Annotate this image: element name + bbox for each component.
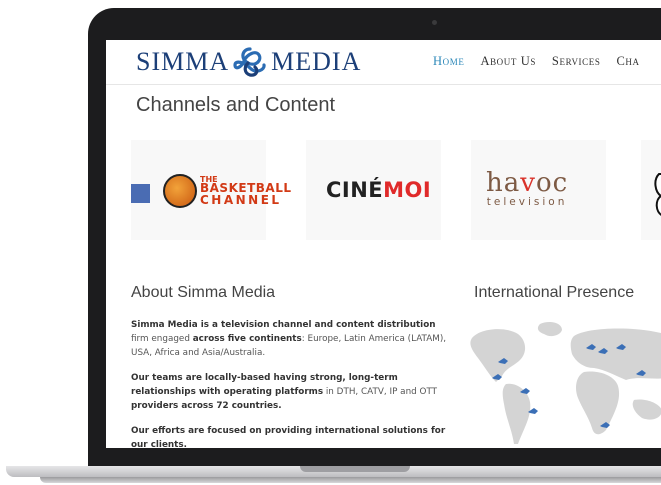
about-text-run: firm engaged (131, 334, 193, 344)
logo-part: v (520, 168, 536, 198)
logo-part: oc (535, 168, 569, 198)
international-title: International Presence (474, 284, 635, 301)
nav-item-services[interactable]: Services (552, 54, 601, 69)
site-header: SIMMA MEDIA Home About Us Services Cha (106, 40, 661, 85)
about-paragraph: Our efforts are focused on providing int… (131, 424, 451, 448)
logo-part: ha (486, 168, 521, 198)
about-bold: across five continents (192, 334, 302, 344)
world-map (470, 322, 661, 444)
about-text: Simma Media is a television channel and … (131, 318, 451, 448)
logo-knot-icon (233, 47, 266, 77)
logo-text-right: MEDIA (271, 47, 362, 76)
basketball-icon (163, 174, 197, 208)
carousel-prev-button[interactable] (131, 184, 150, 203)
logo-part: CINÉ (326, 178, 384, 202)
basketball-channel-logo[interactable]: THE BASKETBALL CHANNEL (163, 174, 291, 208)
main-nav: Home About Us Services Cha (433, 54, 640, 69)
about-title: About Simma Media (131, 284, 276, 301)
laptop-notch (300, 466, 410, 472)
nav-item-channels[interactable]: Cha (616, 54, 639, 69)
about-bold: Our efforts are focused on providing int… (131, 426, 446, 448)
site-logo[interactable]: SIMMA MEDIA (136, 46, 361, 78)
camera-dot (432, 20, 437, 25)
about-text-run: in DTH, CATV, IP and OTT (323, 387, 438, 397)
logo-line: CHANNEL (200, 192, 282, 207)
about-paragraph: Simma Media is a television channel and … (131, 318, 451, 360)
about-bold: Simma Media is a television channel and … (131, 320, 436, 330)
cinemoi-logo[interactable]: CINÉMOI (326, 178, 431, 202)
about-bold: providers across 72 countries. (131, 401, 282, 411)
nav-item-about-us[interactable]: About Us (480, 54, 535, 69)
logo-part: MOI (383, 178, 432, 202)
partial-channel-logo[interactable]: BI (651, 170, 661, 230)
laptop-base-shadow (40, 477, 661, 483)
logo-subtitle: television (486, 196, 568, 208)
nav-item-home[interactable]: Home (433, 54, 464, 69)
havoc-television-logo[interactable]: havoc television (486, 170, 568, 208)
laptop-base (0, 462, 661, 485)
channel-carousel: THE BASKETBALL CHANNEL CINÉMOI havoc tel… (131, 140, 661, 240)
logo-text-left: SIMMA (136, 47, 230, 76)
channels-title: Channels and Content (136, 94, 336, 116)
about-paragraph: Our teams are locally-based having stron… (131, 371, 451, 413)
browser-screen: SIMMA MEDIA Home About Us Services Cha C… (106, 40, 661, 448)
